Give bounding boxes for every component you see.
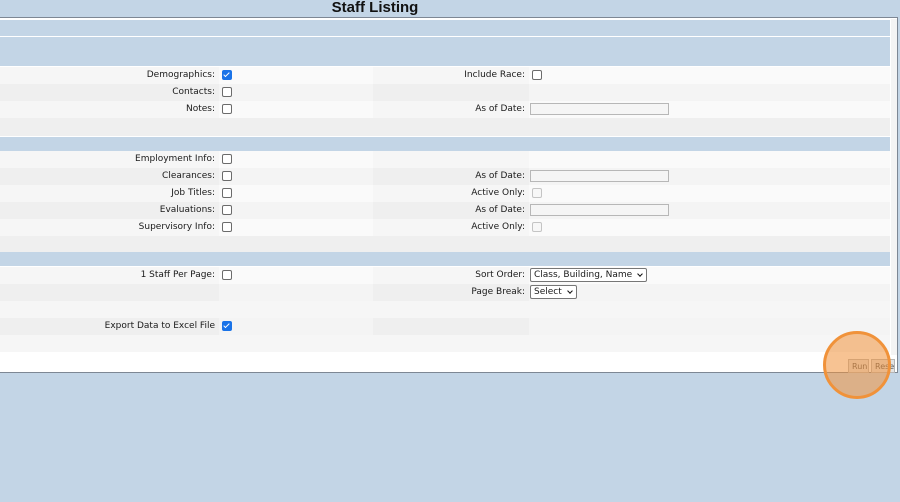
notes-as-of-date-input[interactable]	[530, 103, 669, 115]
supervisory-info-checkbox[interactable]	[222, 222, 232, 232]
employment-info-checkbox[interactable]	[222, 154, 232, 164]
supervisory-active-only-checkbox[interactable]	[532, 222, 542, 232]
staff-per-page-label: 1 Staff Per Page:	[140, 270, 215, 280]
page-break-label: Page Break:	[471, 287, 525, 297]
row-spacer	[0, 335, 890, 352]
contacts-checkbox[interactable]	[222, 87, 232, 97]
row-demographics: Demographics: Include Race:	[0, 67, 890, 84]
export-checkbox[interactable]	[222, 321, 232, 331]
row-employment-info: Employment Info:	[0, 151, 890, 168]
sort-order-select[interactable]: Class, Building, Name	[530, 268, 648, 282]
row-staff-per-page: 1 Staff Per Page: Sort Order: Class, Bui…	[0, 267, 890, 284]
job-titles-label: Job Titles:	[171, 188, 215, 198]
row-clearances: Clearances: As of Date:	[0, 168, 890, 185]
clearances-as-of-date-label: As of Date:	[475, 171, 525, 181]
staff-per-page-checkbox[interactable]	[222, 270, 232, 280]
run-button[interactable]: Run	[848, 359, 869, 373]
job-titles-active-only-checkbox[interactable]	[532, 188, 542, 198]
row-notes: Notes: As of Date:	[0, 101, 890, 118]
row-job-titles: Job Titles: Active Only:	[0, 185, 890, 202]
demographics-label: Demographics:	[146, 70, 215, 80]
vertical-scrollbar[interactable]	[891, 19, 897, 355]
clearances-as-of-date-input[interactable]	[530, 170, 669, 182]
contacts-label: Contacts:	[172, 87, 215, 97]
evaluations-as-of-date-label: As of Date:	[475, 205, 525, 215]
job-titles-checkbox[interactable]	[222, 188, 232, 198]
row-contacts: Contacts:	[0, 84, 890, 101]
evaluations-as-of-date-input[interactable]	[530, 204, 669, 216]
section-header-employment	[0, 137, 890, 151]
row-evaluations: Evaluations: As of Date:	[0, 202, 890, 219]
panel-header-bar	[0, 20, 890, 36]
page-break-select[interactable]: Select	[530, 285, 577, 299]
demographics-checkbox[interactable]	[222, 70, 232, 80]
clearances-label: Clearances:	[162, 171, 215, 181]
section-header-demographics	[0, 37, 890, 66]
include-race-checkbox[interactable]	[532, 70, 542, 80]
clearances-checkbox[interactable]	[222, 171, 232, 181]
supervisory-active-only-label: Active Only:	[471, 222, 525, 232]
supervisory-info-label: Supervisory Info:	[138, 222, 215, 232]
notes-label: Notes:	[185, 104, 215, 114]
row-spacer	[0, 301, 890, 318]
row-spacer	[0, 118, 890, 136]
evaluations-label: Evaluations:	[159, 205, 215, 215]
section-header-output	[0, 252, 890, 266]
report-options-panel: Demographics: Include Race: Contacts: No…	[0, 17, 898, 373]
notes-as-of-date-label: As of Date:	[475, 104, 525, 114]
include-race-label: Include Race:	[464, 70, 525, 80]
row-export: Export Data to Excel File	[0, 318, 890, 335]
row-page-break: Page Break: Select	[0, 284, 890, 301]
evaluations-checkbox[interactable]	[222, 205, 232, 215]
job-titles-active-only-label: Active Only:	[471, 188, 525, 198]
row-supervisory-info: Supervisory Info: Active Only:	[0, 219, 890, 236]
row-spacer	[0, 236, 890, 252]
notes-checkbox[interactable]	[222, 104, 232, 114]
reset-button[interactable]: Reset	[871, 359, 895, 373]
page-title: Staff Listing	[331, 0, 419, 16]
employment-info-label: Employment Info:	[135, 154, 215, 164]
export-label: Export Data to Excel File	[104, 321, 215, 331]
sort-order-label: Sort Order:	[475, 270, 525, 280]
